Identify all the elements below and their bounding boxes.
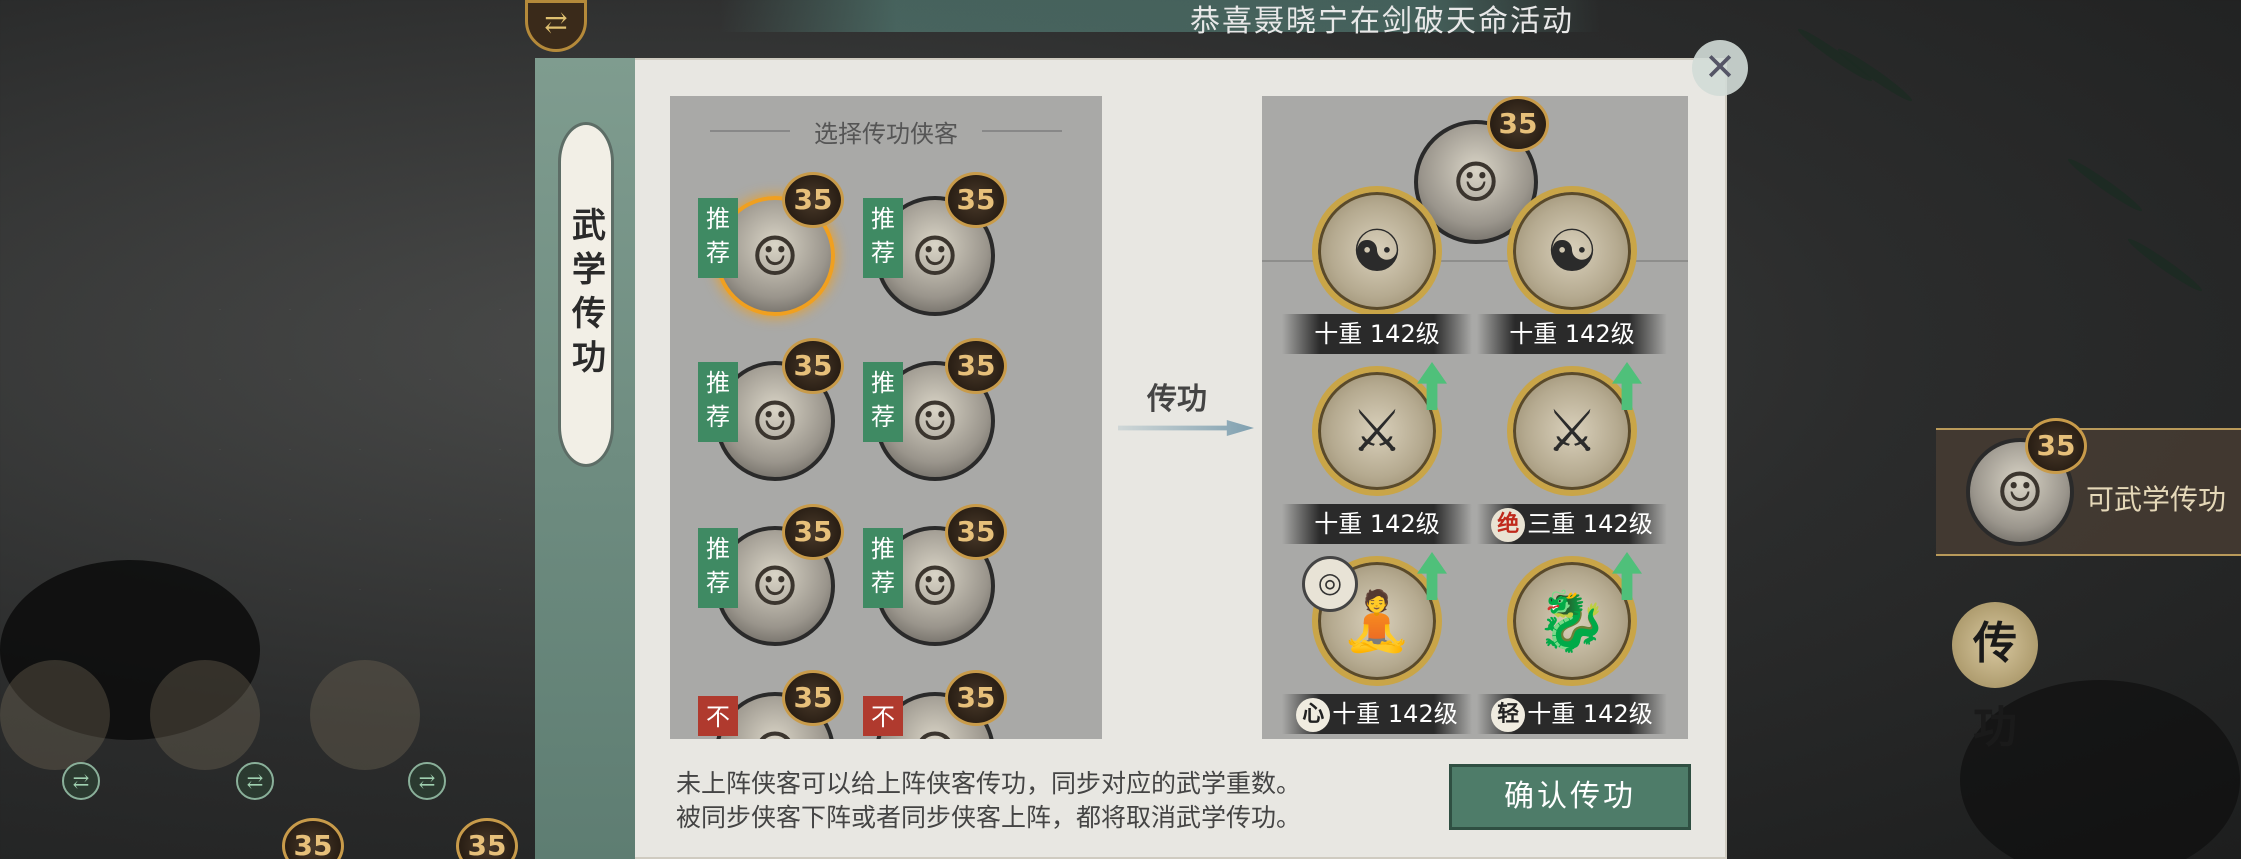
skill-level-plate: 轻十重 142级 xyxy=(1477,694,1667,734)
skill-level-text: 十重 142级 xyxy=(1527,700,1653,728)
skill-icon[interactable]: ☯ xyxy=(1507,186,1637,316)
swap-small-icon[interactable]: ⇄ xyxy=(62,762,100,800)
level-badge: 35 xyxy=(945,670,1007,726)
info-line: 被同步侠客下阵或者同步侠客上阵，都将取消武学传功。 xyxy=(676,803,1302,832)
hero-portrait-icon: ☺ xyxy=(751,721,799,740)
hero-portrait-icon: ☺ xyxy=(750,554,800,618)
bamboo-leaf-decoration xyxy=(2125,235,2205,295)
skill-icon[interactable]: ☯ xyxy=(1312,186,1442,316)
mind-skill-badge: ◎ xyxy=(1302,556,1358,612)
transfer-seal-icon[interactable]: 传功 xyxy=(1952,602,2038,753)
recommend-tag: 推荐 xyxy=(863,362,903,442)
close-icon[interactable]: ✕ xyxy=(1692,40,1748,96)
skill-type-tag: 轻 xyxy=(1491,698,1526,732)
swap-small-icon[interactable]: ⇄ xyxy=(236,762,274,800)
skill-level-text: 三重 142级 xyxy=(1527,510,1653,538)
hero-portrait-icon: ☺ xyxy=(910,224,960,288)
skill-level-text: 十重 142级 xyxy=(1314,510,1440,538)
title-divider xyxy=(982,130,1062,132)
skill-type-tag: 绝 xyxy=(1491,508,1526,542)
skill-level-plate: 十重 142级 xyxy=(1282,504,1472,544)
hero-portrait-icon: ☺ xyxy=(750,224,800,288)
hero-portrait-icon: ☺ xyxy=(910,389,960,453)
bamboo-leaf-decoration xyxy=(1795,25,1875,85)
hero-portrait-icon: ☺ xyxy=(1451,150,1501,214)
level-badge: 35 xyxy=(945,338,1007,394)
swap-small-icon[interactable]: ⇄ xyxy=(408,762,446,800)
recommend-tag: 推荐 xyxy=(698,362,738,442)
recommend-tag: 推荐 xyxy=(698,198,738,278)
skill-level-plate: 心十重 142级 xyxy=(1282,694,1472,734)
weapon-slot[interactable] xyxy=(310,660,420,770)
hero-portrait-icon: ☺ xyxy=(750,389,800,453)
skill-level-text: 十重 142级 xyxy=(1509,320,1635,348)
level-badge: 35 xyxy=(782,504,844,560)
level-badge: 35 xyxy=(782,338,844,394)
recommend-tag: 推荐 xyxy=(863,198,903,278)
level-badge: 35 xyxy=(945,504,1007,560)
level-badge: 35 xyxy=(782,172,844,228)
weapon-slot[interactable] xyxy=(0,660,110,770)
recommend-tag: 推荐 xyxy=(698,528,738,608)
skill-level-plate: 十重 142级 xyxy=(1282,314,1472,354)
level-badge: 35 xyxy=(2025,418,2087,474)
skill-icon[interactable]: 🐉 xyxy=(1507,556,1637,686)
hero-portrait-icon: ☺ xyxy=(911,721,959,740)
weapon-slot[interactable] xyxy=(150,660,260,770)
confirm-transfer-button[interactable]: 确认传功 xyxy=(1449,764,1691,830)
not-recommend-tag: 不 xyxy=(698,696,738,736)
skill-level-text: 十重 142级 xyxy=(1332,700,1458,728)
not-recommend-tag: 不 xyxy=(863,696,903,736)
level-badge: 35 xyxy=(456,818,518,859)
transferable-label: 可武学传功 xyxy=(2086,483,2227,516)
transfer-label: 传功 xyxy=(1147,382,1207,417)
bamboo-leaf-decoration xyxy=(2065,155,2145,215)
candidate-list-panel[interactable]: 选择传功侠客 ☺ 推荐 35 ☺ 推荐 35 ☺ 推荐 35 ☺ 推荐 35 ☺… xyxy=(670,96,1102,739)
level-badge: 35 xyxy=(1487,96,1549,152)
swap-icon[interactable]: ⇄ xyxy=(525,0,587,52)
skill-type-tag: 心 xyxy=(1296,698,1331,732)
tab-martial-transfer[interactable]: 武学传功 xyxy=(558,122,614,467)
level-badge: 35 xyxy=(782,670,844,726)
skill-icon[interactable]: ⚔ xyxy=(1312,366,1442,496)
skill-icon[interactable]: ⚔ xyxy=(1507,366,1637,496)
skill-level-plate: 十重 142级 xyxy=(1477,314,1667,354)
info-line: 未上阵侠客可以给上阵侠客传功，同步对应的武学重数。 xyxy=(676,769,1302,798)
hero-portrait-icon: ☺ xyxy=(1995,460,2045,524)
skill-level-plate: 绝三重 142级 xyxy=(1477,504,1667,544)
announcement-text: 恭喜聂晓宁在剑破天命活动 xyxy=(1190,4,1574,39)
level-badge: 35 xyxy=(945,172,1007,228)
recommend-tag: 推荐 xyxy=(863,528,903,608)
target-hero-panel[interactable]: ☺ 35 ☯ ☯ 十重 142级 十重 142级 ⚔ ⚔ 十重 142级 绝三重… xyxy=(1262,96,1688,739)
hero-portrait-icon: ☺ xyxy=(910,554,960,618)
bamboo-leaf-decoration xyxy=(1835,45,1915,105)
level-badge: 35 xyxy=(282,818,344,859)
skill-level-text: 十重 142级 xyxy=(1314,320,1440,348)
tab-label: 武学传功 xyxy=(565,206,606,383)
